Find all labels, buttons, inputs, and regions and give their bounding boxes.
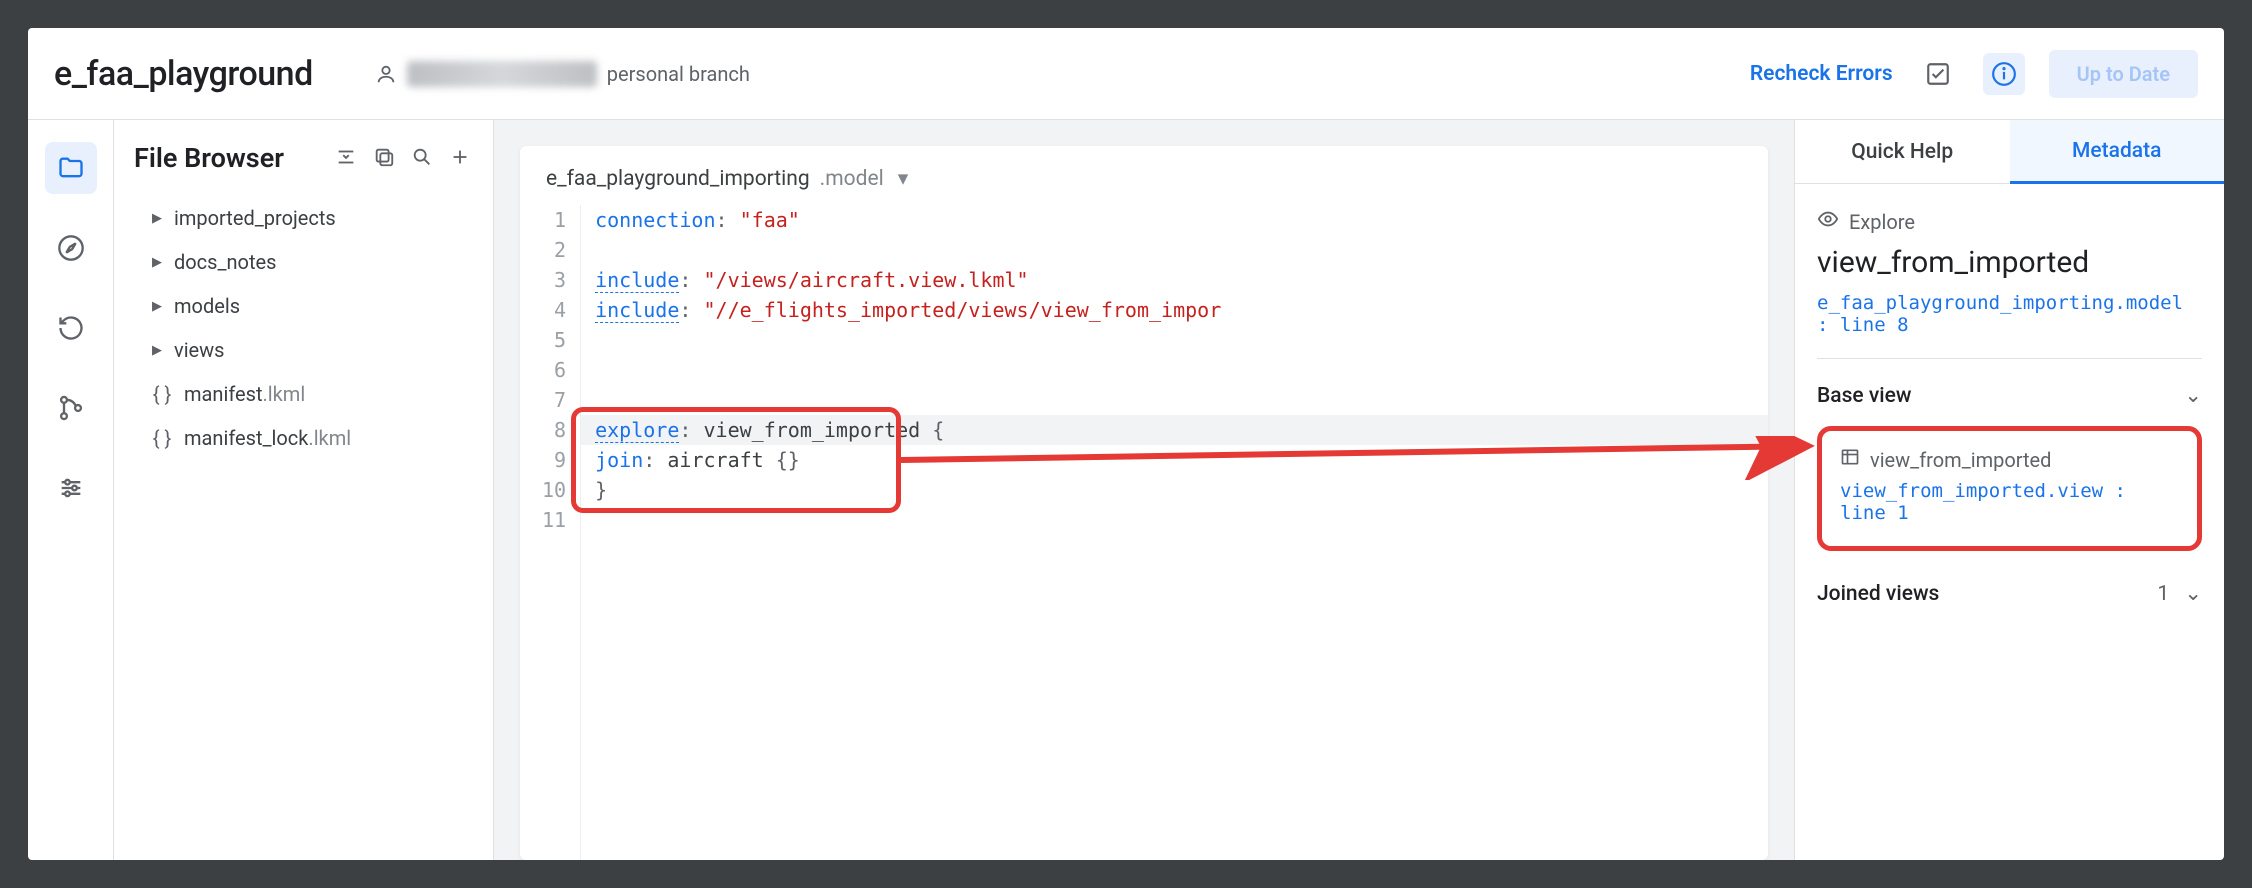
up-to-date-button: Up to Date [2049,50,2198,98]
file-tree: ▶imported_projects▶docs_notes▶models▶vie… [114,192,493,460]
bulk-select-icon[interactable] [373,146,397,170]
rail-settings-icon[interactable] [45,462,97,514]
caret-right-icon: ▶ [150,343,164,358]
editor-tab[interactable]: e_faa_playground_importing .model ▾ [520,146,1768,205]
rail-history-icon[interactable] [45,302,97,354]
user-name-redacted [407,61,597,87]
metadata-location-link[interactable]: e_faa_playground_importing.model : line … [1817,292,2202,336]
nav-rail [28,120,114,860]
user-icon [375,63,397,85]
file-browser-panel: File Browser ▶imported_projects▶docs_not… [114,120,494,860]
tree-folder[interactable]: ▶views [142,328,483,372]
editor-file-name: e_faa_playground_importing [546,167,810,191]
tab-quick-help[interactable]: Quick Help [1795,120,2010,184]
user-chunk: personal branch [375,61,750,87]
collapse-icon[interactable] [335,146,359,170]
tree-folder[interactable]: ▶imported_projects [142,196,483,240]
braces-icon: { } [150,382,174,406]
joined-views-section[interactable]: Joined views 1 ⌄ [1817,581,2202,606]
eye-icon [1817,208,1839,235]
chevron-down-icon: ⌄ [2184,383,2202,408]
validate-icon[interactable] [1917,53,1959,95]
file-browser-title: File Browser [134,142,335,174]
caret-right-icon: ▶ [150,255,164,270]
tab-metadata[interactable]: Metadata [2010,120,2225,184]
base-view-section[interactable]: Base view ⌄ [1817,383,2202,408]
body-layout: File Browser ▶imported_projects▶docs_not… [28,120,2224,860]
code-area[interactable]: 1234567891011 connection: "faa"include: … [520,205,1768,860]
editor-area: e_faa_playground_importing .model ▾ 12345… [494,120,1794,860]
table-icon [1840,447,1860,472]
tree-file[interactable]: { }manifest.lkml [142,372,483,416]
info-icon[interactable] [1983,53,2025,95]
branch-label: personal branch [607,62,750,86]
search-icon[interactable] [411,146,435,170]
add-icon[interactable] [449,146,473,170]
caret-right-icon: ▶ [150,211,164,226]
caret-right-icon: ▶ [150,299,164,314]
rail-git-icon[interactable] [45,382,97,434]
tree-folder[interactable]: ▶models [142,284,483,328]
rail-explore-icon[interactable] [45,222,97,274]
tree-file[interactable]: { }manifest_lock.lkml [142,416,483,460]
editor-card: e_faa_playground_importing .model ▾ 12345… [520,146,1768,860]
recheck-errors-button[interactable]: Recheck Errors [1750,62,1893,86]
project-title: e_faa_playground [54,54,313,94]
base-view-card: view_from_imported view_from_imported.vi… [1817,426,2202,551]
chevron-down-icon: ▾ [898,166,909,191]
metadata-object-name: view_from_imported [1817,245,2202,280]
chevron-down-icon: ⌄ [2184,582,2202,606]
header-actions: Recheck Errors Up to Date [1750,50,2198,98]
braces-icon: { } [150,426,174,450]
rail-files-icon[interactable] [45,142,97,194]
right-pane: Quick Help Metadata Explore view_from_im… [1794,120,2224,860]
tree-folder[interactable]: ▶docs_notes [142,240,483,284]
header-bar: e_faa_playground personal branch Recheck… [28,28,2224,120]
app-window: e_faa_playground personal branch Recheck… [28,28,2224,860]
editor-file-ext: .model [820,167,884,191]
metadata-kind: Explore [1817,208,2202,235]
base-view-name: view_from_imported [1870,448,2051,472]
base-view-link[interactable]: view_from_imported.view : line 1 [1840,480,2179,524]
